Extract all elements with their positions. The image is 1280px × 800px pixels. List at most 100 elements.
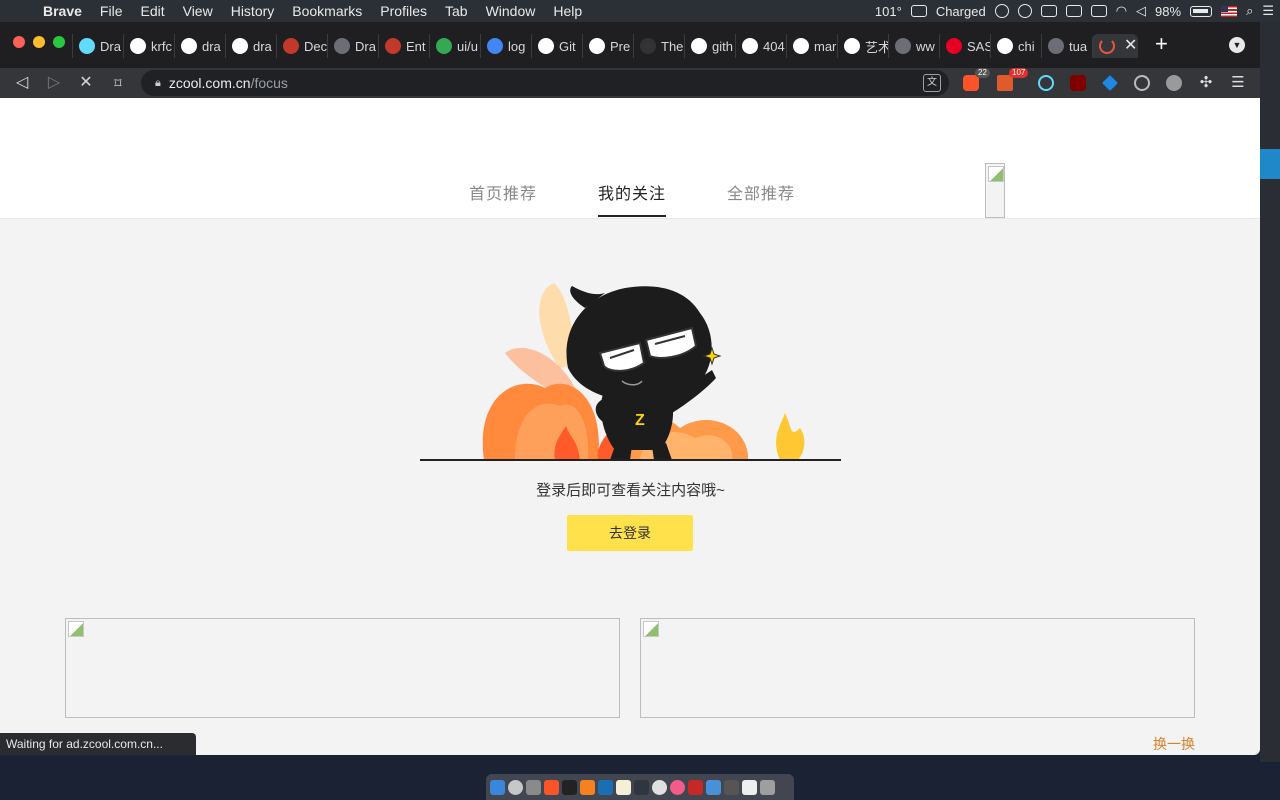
airplay-icon[interactable] bbox=[1040, 5, 1057, 17]
menu-edit[interactable]: Edit bbox=[131, 3, 173, 19]
temperature-readout[interactable]: 101° bbox=[875, 4, 902, 19]
browser-tab[interactable]: Dec bbox=[276, 34, 327, 58]
dock bbox=[486, 774, 794, 800]
browser-tab[interactable]: dra bbox=[174, 34, 225, 58]
new-tab-icon[interactable]: + bbox=[1155, 31, 1168, 57]
terminal-icon[interactable] bbox=[562, 779, 577, 795]
input-source-flag-icon[interactable] bbox=[1221, 5, 1238, 17]
site-header: 首页推荐 我的关注 全部推荐 bbox=[0, 98, 1260, 219]
banner-image-left[interactable] bbox=[65, 618, 620, 718]
pdf-icon[interactable] bbox=[742, 779, 757, 795]
tab-all-recommend[interactable]: 全部推荐 bbox=[727, 180, 795, 204]
screenshot-icon[interactable] bbox=[724, 779, 739, 795]
browser-tab[interactable]: ww bbox=[888, 34, 939, 58]
brave-dock-icon[interactable] bbox=[544, 779, 559, 795]
finder-icon[interactable] bbox=[490, 779, 505, 795]
browser-tab[interactable]: Pre bbox=[582, 34, 633, 58]
downloads-folder-icon[interactable] bbox=[706, 779, 721, 795]
login-button[interactable]: 去登录 bbox=[567, 515, 693, 551]
tab-my-follow[interactable]: 我的关注 bbox=[598, 180, 667, 217]
browser-tab[interactable]: Dra bbox=[327, 34, 378, 58]
browser-menu-icon[interactable]: ☰ bbox=[1230, 75, 1246, 91]
tab-search-icon[interactable]: ▼ bbox=[1229, 37, 1245, 53]
browser-tab[interactable]: Ent bbox=[378, 34, 429, 58]
address-bar[interactable]: 🔒︎ zcool.com.cn/focus 文 bbox=[141, 70, 949, 96]
close-window-button[interactable] bbox=[13, 36, 25, 48]
menu-bookmarks[interactable]: Bookmarks bbox=[283, 3, 371, 19]
menu-window[interactable]: Window bbox=[477, 3, 545, 19]
control-center-icon[interactable]: ☰ bbox=[1262, 3, 1274, 19]
browser-tab[interactable]: 404 bbox=[735, 34, 786, 58]
close-tab-icon[interactable]: ✕ bbox=[1124, 35, 1137, 55]
bluetooth-icon[interactable] bbox=[1065, 5, 1082, 17]
editor-icon[interactable] bbox=[598, 779, 613, 795]
dnd-icon[interactable] bbox=[994, 4, 1009, 18]
trash-icon[interactable] bbox=[760, 779, 775, 795]
browser-tab[interactable]: 艺术 bbox=[837, 34, 888, 58]
spotlight-search-icon[interactable]: ⌕ bbox=[1246, 3, 1253, 19]
chrome-icon[interactable] bbox=[652, 779, 667, 795]
menu-app-name[interactable]: Brave bbox=[34, 3, 91, 19]
banner-image-right[interactable] bbox=[640, 618, 1195, 718]
battery-charge-icon[interactable] bbox=[910, 5, 927, 17]
ublock-icon[interactable] bbox=[1070, 75, 1086, 91]
menu-tab[interactable]: Tab bbox=[436, 3, 477, 19]
browser-tab[interactable]: log bbox=[480, 34, 531, 58]
browser-tab-label: mar bbox=[814, 38, 837, 54]
time-machine-icon[interactable] bbox=[1017, 4, 1032, 18]
menu-view[interactable]: View bbox=[174, 3, 222, 19]
browser-tab-label: 404 bbox=[763, 38, 785, 54]
react-devtools-icon[interactable] bbox=[1038, 75, 1054, 91]
menu-history[interactable]: History bbox=[222, 3, 284, 19]
browser-tab[interactable]: The bbox=[633, 34, 684, 58]
header-ad-image[interactable] bbox=[985, 163, 1005, 218]
tab-strip: Dra krfc dra dra Dec Dra Ent ui/u log Git Pre The gi… bbox=[0, 22, 1260, 68]
translate-icon[interactable]: 文 bbox=[923, 74, 941, 92]
mask-extension-icon[interactable] bbox=[1166, 75, 1182, 91]
menu-file[interactable]: File bbox=[91, 3, 132, 19]
browser-tab[interactable]: krfc bbox=[123, 34, 174, 58]
browser-tab[interactable]: tua bbox=[1041, 34, 1092, 58]
browser-tab[interactable]: Git bbox=[531, 34, 582, 58]
stop-loading-icon[interactable]: ✕ bbox=[74, 71, 98, 95]
bookmark-icon[interactable]: ⌑ bbox=[106, 71, 130, 95]
gem-extension-icon[interactable] bbox=[1102, 75, 1118, 91]
extensions-puzzle-icon[interactable]: ✣ bbox=[1198, 75, 1214, 91]
browser-tab[interactable]: ui/u bbox=[429, 34, 480, 58]
system-preferences-icon[interactable] bbox=[526, 779, 541, 795]
wifi-icon[interactable]: ◠ bbox=[1116, 3, 1127, 19]
activity-monitor-icon[interactable] bbox=[634, 779, 649, 795]
back-icon[interactable]: ◁ bbox=[10, 71, 34, 95]
tab-home-recommend[interactable]: 首页推荐 bbox=[469, 180, 537, 204]
launchpad-icon[interactable] bbox=[508, 779, 523, 795]
brave-rewards-icon[interactable] bbox=[997, 75, 1013, 91]
swap-link[interactable]: 换一换 bbox=[1153, 734, 1195, 754]
memory-icon[interactable] bbox=[1090, 5, 1107, 17]
menu-help[interactable]: Help bbox=[544, 3, 591, 19]
forward-icon[interactable]: ▷ bbox=[42, 71, 66, 95]
notes-icon[interactable] bbox=[616, 779, 631, 795]
menu-profiles[interactable]: Profiles bbox=[371, 3, 436, 19]
brave-shields-icon[interactable] bbox=[963, 75, 979, 91]
building-icon bbox=[385, 38, 401, 54]
zoom-window-button[interactable] bbox=[53, 36, 65, 48]
browser-tab[interactable]: SAS bbox=[939, 34, 990, 58]
window-controls bbox=[13, 36, 65, 48]
google-icon bbox=[844, 38, 860, 54]
volume-icon[interactable]: ◁ bbox=[1136, 3, 1146, 19]
charge-status[interactable]: Charged bbox=[936, 4, 986, 19]
browser-window: Dra krfc dra dra Dec Dra Ent ui/u log Git Pre The gi… bbox=[0, 22, 1260, 755]
sublime-icon[interactable] bbox=[580, 779, 595, 795]
browser-tab-label: Git bbox=[559, 38, 576, 54]
app-icon[interactable] bbox=[688, 779, 703, 795]
browser-tab[interactable]: Dra bbox=[72, 34, 123, 58]
browser-tab[interactable]: mar bbox=[786, 34, 837, 58]
music-icon[interactable] bbox=[670, 779, 685, 795]
battery-percent[interactable]: 98% bbox=[1155, 4, 1181, 19]
browser-tab[interactable]: gith bbox=[684, 34, 735, 58]
minimize-window-button[interactable] bbox=[33, 36, 45, 48]
battery-icon[interactable] bbox=[1190, 5, 1213, 17]
browser-tab[interactable]: chi bbox=[990, 34, 1041, 58]
browser-tab[interactable]: dra bbox=[225, 34, 276, 58]
target-extension-icon[interactable] bbox=[1134, 75, 1150, 91]
